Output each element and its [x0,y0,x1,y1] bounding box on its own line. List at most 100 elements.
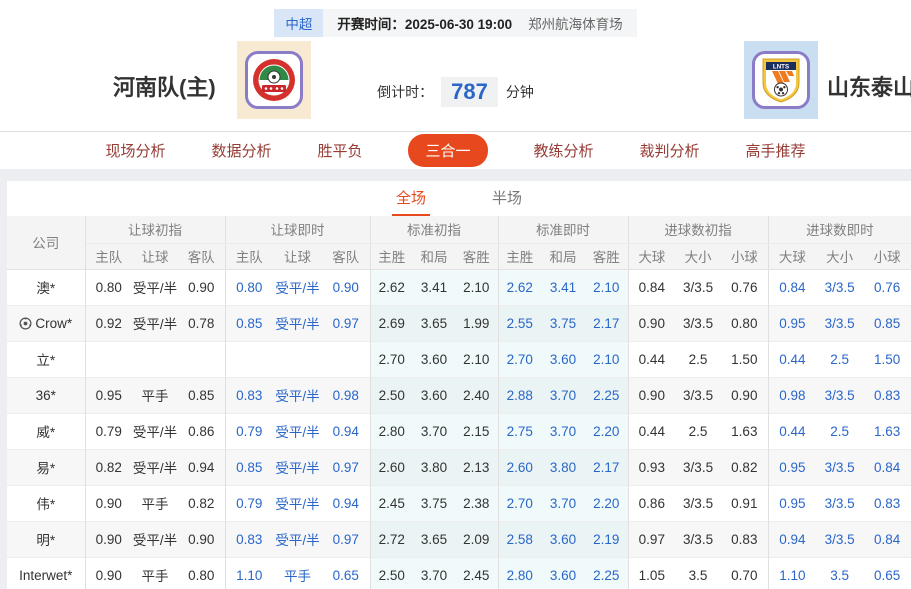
company-cell[interactable]: 36* [7,377,85,413]
odds-cell-3-1[interactable]: 3.70 [541,485,586,521]
odds-cell-2-1[interactable]: 3.65 [413,521,456,557]
odds-cell-2-1[interactable]: 3.60 [413,377,456,413]
odds-cell-2-2[interactable]: 2.13 [455,449,499,485]
odds-cell-2-1[interactable]: 3.70 [413,557,456,589]
odds-cell-0-1[interactable]: 受平/半 [132,521,178,557]
odds-cell-3-0[interactable]: 2.60 [497,449,542,485]
odds-cell-5-1[interactable]: 3/3.5 [816,485,863,521]
odds-cell-4-2[interactable]: 1.63 [721,413,768,449]
odds-cell-5-0[interactable]: 0.44 [767,413,817,449]
odds-cell-0-0[interactable]: 0.92 [84,305,132,341]
odds-cell-4-1[interactable]: 2.5 [675,341,721,377]
odds-cell-4-1[interactable]: 3/3.5 [675,521,721,557]
odds-cell-1-0[interactable]: 1.10 [224,557,274,589]
company-cell[interactable]: 伟* [7,485,85,521]
odds-cell-3-2[interactable]: 2.25 [585,377,629,413]
odds-cell-2-2[interactable]: 2.10 [455,341,499,377]
odds-cell-4-1[interactable]: 3.5 [675,557,721,589]
odds-cell-2-1[interactable]: 3.41 [413,269,456,305]
odds-cell-5-1[interactable]: 3/3.5 [816,521,863,557]
odds-cell-4-2[interactable]: 0.90 [721,377,768,413]
odds-cell-5-1[interactable]: 2.5 [816,341,863,377]
odds-cell-0-1[interactable]: 平手 [132,377,178,413]
odds-cell-2-2[interactable]: 2.09 [455,521,499,557]
odds-cell-3-1[interactable]: 3.75 [541,305,586,341]
odds-cell-1-0[interactable]: 0.79 [224,485,274,521]
company-cell[interactable]: 立* [7,341,85,377]
odds-cell-5-1[interactable]: 2.5 [816,413,863,449]
odds-cell-2-0[interactable]: 2.45 [369,485,414,521]
odds-cell-0-0[interactable]: 0.82 [84,449,132,485]
odds-cell-5-2[interactable]: 0.65 [863,557,911,589]
odds-cell-5-0[interactable]: 0.95 [767,449,817,485]
odds-cell-2-0[interactable]: 2.80 [369,413,414,449]
odds-cell-3-2[interactable]: 2.17 [585,449,629,485]
subtab-0[interactable]: 全场 [391,187,430,216]
odds-cell-2-0[interactable]: 2.69 [369,305,414,341]
odds-cell-4-0[interactable]: 0.90 [627,305,676,341]
odds-cell-3-0[interactable]: 2.58 [497,521,542,557]
odds-cell-2-0[interactable]: 2.50 [369,557,414,589]
odds-cell-3-1[interactable]: 3.80 [541,449,586,485]
odds-cell-1-2[interactable]: 0.97 [322,521,370,557]
company-cell[interactable]: Crow* [7,305,85,341]
odds-cell-2-1[interactable]: 3.65 [413,305,456,341]
company-cell[interactable]: 澳* [7,269,85,305]
odds-cell-0-2[interactable]: 0.90 [178,521,225,557]
odds-cell-4-2[interactable]: 1.50 [721,341,768,377]
odds-cell-1-1[interactable]: 受平/半 [273,449,322,485]
odds-cell-2-0[interactable]: 2.50 [369,377,414,413]
odds-cell-5-2[interactable]: 1.63 [863,413,911,449]
odds-cell-1-2[interactable]: 0.97 [322,305,370,341]
odds-cell-3-0[interactable]: 2.75 [497,413,542,449]
odds-cell-4-0[interactable]: 0.97 [627,521,676,557]
odds-cell-0-0[interactable]: 0.79 [84,413,132,449]
odds-cell-2-1[interactable]: 3.60 [413,341,456,377]
odds-cell-2-2[interactable]: 2.45 [455,557,499,589]
odds-cell-1-2[interactable]: 0.65 [322,557,370,589]
odds-cell-5-1[interactable]: 3/3.5 [816,449,863,485]
odds-cell-0-0[interactable]: 0.95 [84,377,132,413]
odds-cell-4-2[interactable]: 0.82 [721,449,768,485]
odds-cell-4-1[interactable]: 3/3.5 [675,485,721,521]
odds-cell-3-2[interactable]: 2.25 [585,557,629,589]
odds-cell-3-2[interactable]: 2.19 [585,521,629,557]
odds-cell-3-0[interactable]: 2.62 [497,269,542,305]
odds-cell-3-2[interactable]: 2.10 [585,269,629,305]
odds-cell-5-1[interactable]: 3/3.5 [816,269,863,305]
odds-cell-1-1[interactable]: 受平/半 [273,521,322,557]
odds-cell-5-2[interactable]: 0.84 [863,449,911,485]
odds-cell-0-2[interactable]: 0.80 [178,557,225,589]
odds-cell-2-0[interactable]: 2.70 [369,341,414,377]
odds-cell-5-0[interactable]: 0.95 [767,305,817,341]
nav-tab-6[interactable]: 高手推荐 [746,140,806,161]
nav-tab-0[interactable]: 现场分析 [105,140,165,161]
odds-cell-3-2[interactable]: 2.17 [585,305,629,341]
company-cell[interactable]: 易* [7,449,85,485]
odds-cell-4-0[interactable]: 0.90 [627,377,676,413]
odds-cell-1-0[interactable]: 0.85 [224,305,274,341]
odds-cell-5-0[interactable]: 0.94 [767,521,817,557]
odds-cell-5-2[interactable]: 0.85 [863,305,911,341]
odds-cell-5-2[interactable]: 0.84 [863,521,911,557]
odds-cell-3-0[interactable]: 2.70 [497,341,542,377]
odds-cell-1-1[interactable]: 受平/半 [273,413,322,449]
odds-cell-4-2[interactable]: 0.76 [721,269,768,305]
nav-tab-5[interactable]: 裁判分析 [640,140,700,161]
odds-cell-5-1[interactable]: 3/3.5 [816,377,863,413]
odds-cell-3-2[interactable]: 2.10 [585,341,629,377]
odds-cell-3-1[interactable]: 3.60 [541,521,586,557]
odds-cell-5-0[interactable]: 0.84 [767,269,817,305]
odds-cell-2-1[interactable]: 3.70 [413,413,456,449]
company-cell[interactable]: 明* [7,521,85,557]
odds-cell-1-0[interactable]: 0.83 [224,377,274,413]
nav-tab-3[interactable]: 三合一 [408,134,488,167]
odds-cell-5-1[interactable]: 3/3.5 [816,305,863,341]
odds-cell-2-0[interactable]: 2.62 [369,269,414,305]
odds-cell-1-0[interactable]: 0.85 [224,449,274,485]
odds-cell-4-2[interactable]: 0.83 [721,521,768,557]
odds-cell-0-1[interactable]: 受平/半 [132,305,178,341]
odds-cell-0-0[interactable]: 0.90 [84,521,132,557]
odds-cell-4-1[interactable]: 2.5 [675,413,721,449]
odds-cell-3-2[interactable]: 2.20 [585,485,629,521]
